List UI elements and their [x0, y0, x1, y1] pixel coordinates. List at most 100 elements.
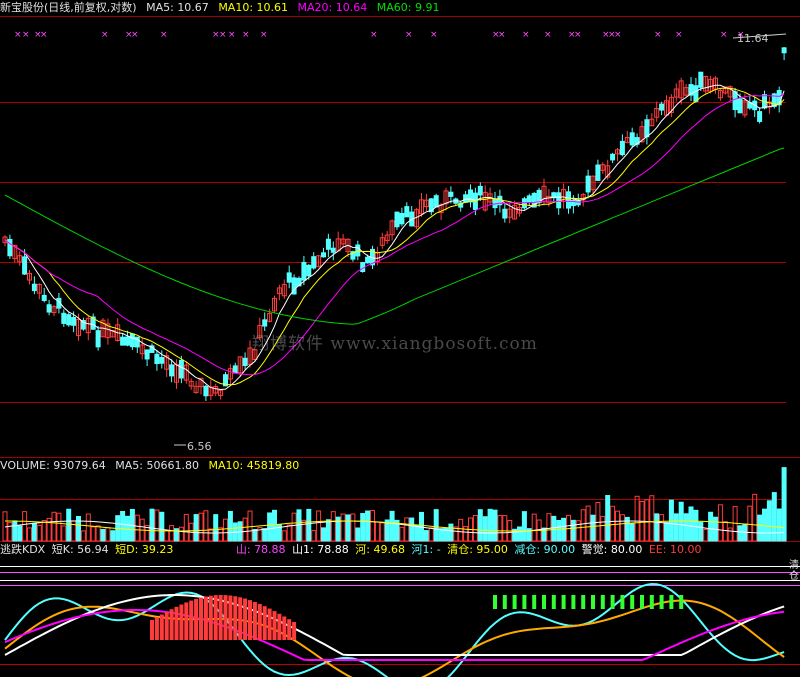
volume-bar: [350, 513, 356, 542]
volume-bar: [340, 513, 346, 542]
volume-bar: [374, 521, 380, 542]
volume-bar: [370, 509, 375, 542]
candle-body: [232, 365, 238, 374]
volume-bar: [178, 526, 184, 542]
signal-mark: ×: [574, 30, 582, 40]
volume-bar: [717, 504, 723, 542]
signal-mark: ×: [228, 30, 236, 40]
candle-body: [22, 256, 28, 275]
volume-bar: [727, 527, 733, 542]
candle-body: [242, 357, 248, 367]
volume-bar: [134, 514, 140, 542]
candle-body: [399, 212, 405, 225]
candle-body: [41, 294, 47, 301]
kdx-bar: [630, 595, 635, 609]
candle-body: [129, 333, 135, 348]
kdx-bar: [551, 595, 556, 609]
candle-body: [433, 195, 439, 208]
volume-bar: [551, 515, 557, 542]
volume-bar: [482, 516, 488, 542]
candle-body: [71, 317, 77, 326]
short-k-line: [4, 582, 785, 677]
candle-body: [365, 256, 371, 264]
volume-bar: [575, 520, 581, 542]
signal-mark: ×: [654, 30, 662, 40]
candle-body: [629, 132, 635, 146]
volume-bar: [521, 511, 527, 542]
high-price-label: 11.64: [737, 32, 769, 45]
kdx-bar: [493, 595, 497, 609]
candle-body: [477, 185, 483, 196]
volume-bar: [100, 528, 106, 542]
volume-bar: [399, 526, 405, 542]
signal-mark: ×: [430, 30, 438, 40]
candle-body: [757, 111, 763, 122]
volume-bar: [757, 514, 763, 542]
shan-line: [4, 594, 785, 656]
volume-bar: [379, 522, 385, 542]
volume-bar: [316, 510, 322, 542]
volume-bar: [414, 524, 420, 542]
candle-body: [286, 272, 292, 283]
signal-mark: ×: [544, 30, 552, 40]
volume-bar: [203, 510, 209, 542]
kdx-bar: [150, 620, 154, 640]
kdx-bar: [591, 595, 595, 609]
volume-bar: [31, 522, 37, 542]
volume-bar: [531, 513, 537, 542]
kdx-bar: [233, 596, 238, 640]
kdx-bar: [649, 595, 654, 609]
volume-bar: [433, 509, 439, 542]
kdx-bar: [154, 617, 159, 640]
volume-bar: [762, 508, 767, 542]
kdx-bar: [512, 595, 517, 609]
volume-bar: [76, 516, 81, 542]
volume-bar: [223, 518, 228, 542]
volume-bar: [595, 501, 601, 542]
kdx-bar: [669, 595, 674, 609]
volume-bar: [242, 517, 248, 542]
kdx-bar: [199, 597, 203, 640]
volume-bar: [330, 511, 336, 542]
volume-bar: [267, 512, 273, 542]
candle-body: [610, 153, 616, 161]
volume-bar: [389, 510, 395, 542]
short-d-line: [4, 599, 785, 677]
kdx-bar: [282, 616, 287, 640]
volume-bar: [208, 528, 214, 542]
volume-bar: [321, 527, 326, 542]
volume-bar: [649, 495, 655, 542]
kdx-bar: [159, 614, 164, 640]
kdx-bar: [228, 595, 233, 640]
candle-body: [659, 103, 665, 111]
volume-bar: [22, 511, 28, 542]
volume-bar: [306, 508, 312, 542]
candle-body: [619, 140, 625, 156]
signal-mark: ×: [370, 30, 378, 40]
candle-body: [306, 264, 312, 277]
volume-bar: [747, 505, 753, 542]
volume-bar: [360, 513, 366, 542]
volume-bar: [164, 529, 170, 542]
volume-bar: [355, 527, 361, 542]
candle-body: [46, 304, 52, 313]
kdx-bar: [174, 606, 179, 640]
volume-bar: [487, 508, 493, 542]
volume-bar: [629, 523, 635, 542]
candle-body: [203, 385, 209, 397]
volume-bar: [570, 519, 576, 542]
volume-bar: [497, 515, 503, 542]
kdx-bar: [287, 619, 292, 640]
candle-body: [125, 336, 130, 346]
volume-bar: [409, 517, 415, 542]
volume-bar: [678, 501, 684, 542]
volume-bar: [345, 514, 351, 542]
volume-bar: [605, 495, 611, 542]
volume-bar: [776, 508, 782, 542]
volume-bar: [12, 520, 18, 542]
he-line: [4, 609, 785, 661]
volume-bar: [472, 514, 478, 542]
signal-mark: ×: [22, 30, 30, 40]
candle-body: [737, 98, 743, 114]
volume-bar: [693, 509, 699, 542]
